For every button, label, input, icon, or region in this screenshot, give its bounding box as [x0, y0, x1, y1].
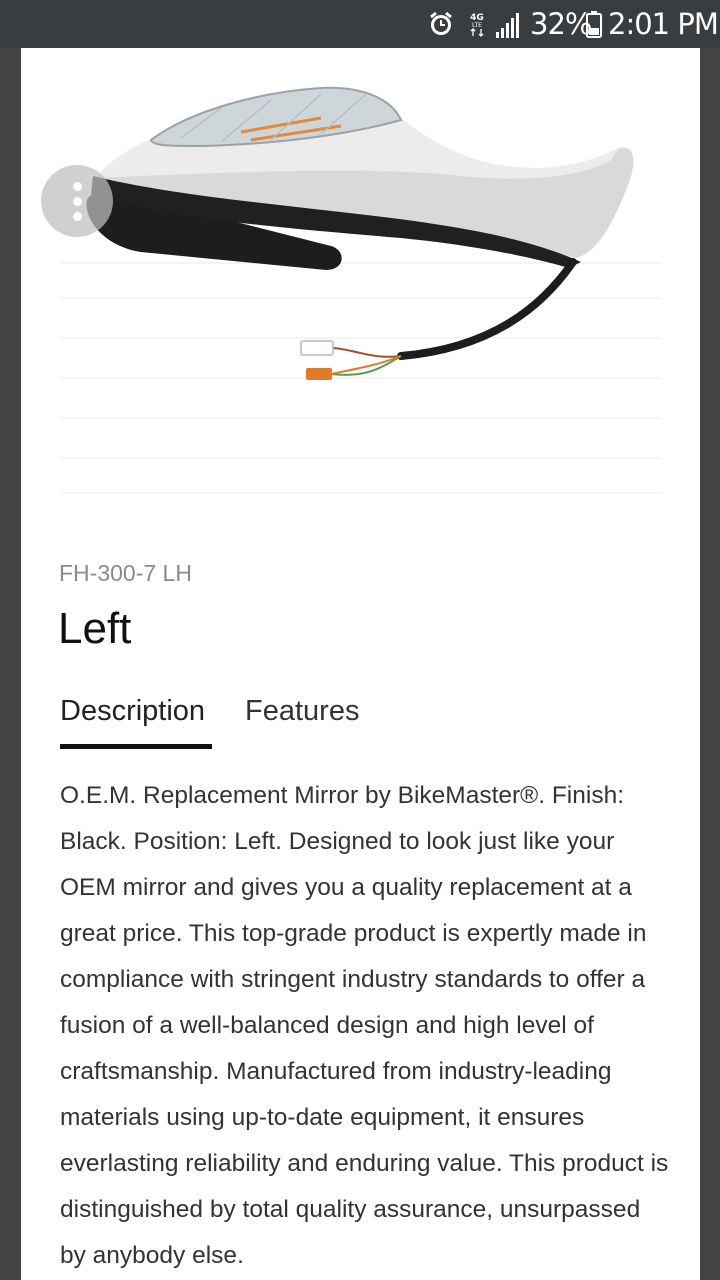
more-vertical-icon — [73, 182, 82, 191]
product-image — [61, 86, 661, 494]
more-vertical-icon-dot-2 — [73, 197, 82, 206]
battery-icon — [586, 11, 602, 38]
status-bar: 4G LTE 32% 2:01 PM — [0, 0, 720, 48]
product-description: O.E.M. Replacement Mirror by BikeMaster®… — [60, 782, 669, 1269]
alarm-icon — [430, 11, 452, 35]
product-title: Left — [58, 604, 132, 653]
more-vertical-icon-dot-3 — [73, 212, 82, 221]
product-tabs: Description Features — [60, 688, 680, 752]
product-sheet: FH-300-7 LH Left Description Features O.… — [21, 48, 700, 1280]
tab-description[interactable]: Description — [60, 688, 205, 734]
battery-percent: 32% — [530, 7, 592, 41]
clock: 2:01 PM — [608, 7, 719, 41]
tab-features[interactable]: Features — [245, 688, 359, 734]
more-options-button[interactable] — [41, 165, 113, 237]
signal-icon — [496, 13, 519, 38]
network-4g-icon: 4G LTE — [470, 13, 484, 37]
svg-text:LTE: LTE — [472, 22, 482, 29]
product-sku: FH-300-7 LH — [59, 560, 192, 586]
tab-selected-indicator — [60, 744, 212, 749]
